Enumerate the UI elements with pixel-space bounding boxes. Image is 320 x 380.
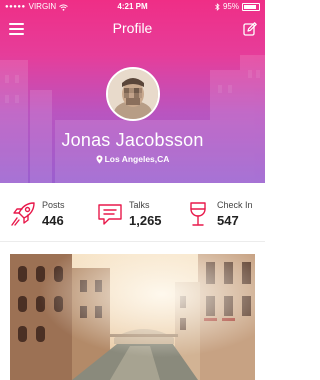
battery-percentage: 95% bbox=[222, 2, 239, 11]
battery-icon bbox=[242, 3, 260, 11]
stat-posts[interactable]: Posts 446 bbox=[10, 199, 80, 231]
profile-header: ●●●●● VIRGIN 4:21 PM 95% Profile Jonas J… bbox=[0, 0, 265, 183]
edit-icon[interactable] bbox=[243, 22, 257, 36]
page-title: Profile bbox=[112, 20, 153, 36]
avatar[interactable] bbox=[106, 67, 160, 121]
status-bar: ●●●●● VIRGIN 4:21 PM 95% bbox=[0, 0, 265, 14]
rocket-icon bbox=[11, 202, 35, 226]
chat-bubble-icon bbox=[98, 204, 122, 225]
stat-talks[interactable]: Talks 1,265 bbox=[97, 199, 172, 231]
stats-bar: Posts 446 Talks 1,265 Check In 547 bbox=[0, 183, 265, 242]
stat-label: Posts bbox=[42, 200, 65, 210]
profile-location: Los Angeles,CA bbox=[0, 154, 265, 164]
location-pin-icon bbox=[96, 155, 103, 164]
stat-label: Check In bbox=[217, 200, 253, 210]
bluetooth-icon bbox=[215, 3, 220, 11]
venice-canal-image bbox=[10, 254, 255, 380]
navigation-bar: Profile bbox=[0, 14, 265, 44]
avatar-image bbox=[108, 69, 158, 119]
status-right: 95% bbox=[215, 0, 260, 14]
stat-value: 1,265 bbox=[129, 213, 162, 228]
stat-label: Talks bbox=[129, 200, 150, 210]
stat-value: 547 bbox=[217, 213, 239, 228]
stat-check-in[interactable]: Check In 547 bbox=[185, 199, 261, 231]
stat-value: 446 bbox=[42, 213, 64, 228]
wine-glass-icon bbox=[190, 202, 206, 226]
profile-name: Jonas Jacobsson bbox=[61, 130, 204, 150]
location-text: Los Angeles,CA bbox=[104, 154, 170, 164]
post-photo[interactable] bbox=[10, 254, 255, 380]
